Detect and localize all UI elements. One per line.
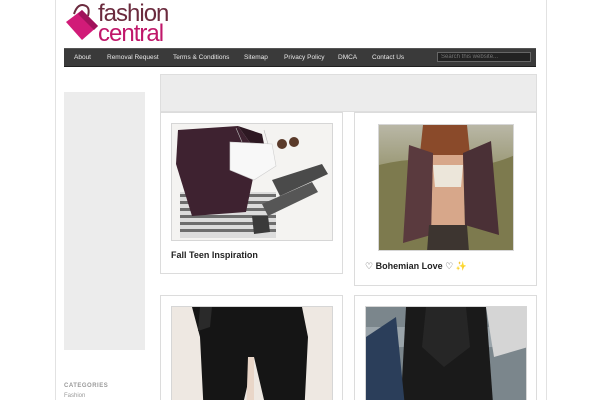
- site-logo[interactable]: fashion central: [64, 0, 199, 48]
- post-image[interactable]: [171, 123, 333, 241]
- post-card: [354, 295, 537, 400]
- post-title-text[interactable]: Bohemian Love: [376, 261, 443, 271]
- top-banner: [160, 74, 537, 112]
- nav-about[interactable]: About: [74, 49, 91, 66]
- post-title[interactable]: ♡ Bohemian Love ♡ ✨: [365, 261, 467, 272]
- sweater-outfit-photo-icon: [172, 124, 332, 240]
- heart-icon: ♡: [365, 261, 374, 271]
- post-card: Fall Teen Inspiration: [160, 112, 343, 274]
- sidebar-ad-box: [64, 92, 145, 350]
- nav-contact-us[interactable]: Contact Us: [372, 49, 404, 66]
- post-image[interactable]: [365, 306, 527, 400]
- nav-removal-request[interactable]: Removal Request: [107, 49, 159, 66]
- fur-vest-photo-icon: [366, 307, 526, 400]
- post-image[interactable]: [171, 306, 333, 400]
- search-input[interactable]: [437, 52, 531, 62]
- bohemian-photo-icon: [379, 125, 513, 250]
- post-image[interactable]: [378, 124, 514, 251]
- logo-word-central: central: [98, 20, 164, 47]
- nav-terms[interactable]: Terms & Conditions: [173, 49, 229, 66]
- nav-privacy-policy[interactable]: Privacy Policy: [284, 49, 324, 66]
- main-nav: About Removal Request Terms & Conditions…: [64, 48, 536, 67]
- nav-sitemap[interactable]: Sitemap: [244, 49, 268, 66]
- heart-icon: ♡: [445, 261, 454, 271]
- nav-dmca[interactable]: DMCA: [338, 49, 357, 66]
- post-title[interactable]: Fall Teen Inspiration: [171, 250, 258, 260]
- black-pants-photo-icon: [172, 307, 332, 400]
- categories-heading: CATEGORIES: [64, 383, 109, 389]
- page-wrapper: fashion central About Removal Request Te…: [55, 0, 547, 400]
- category-link-fashion[interactable]: Fashion: [64, 393, 85, 399]
- post-card: ♡ Bohemian Love ♡ ✨: [354, 112, 537, 286]
- sparkles-icon: ✨: [455, 261, 467, 271]
- post-card: [160, 295, 343, 400]
